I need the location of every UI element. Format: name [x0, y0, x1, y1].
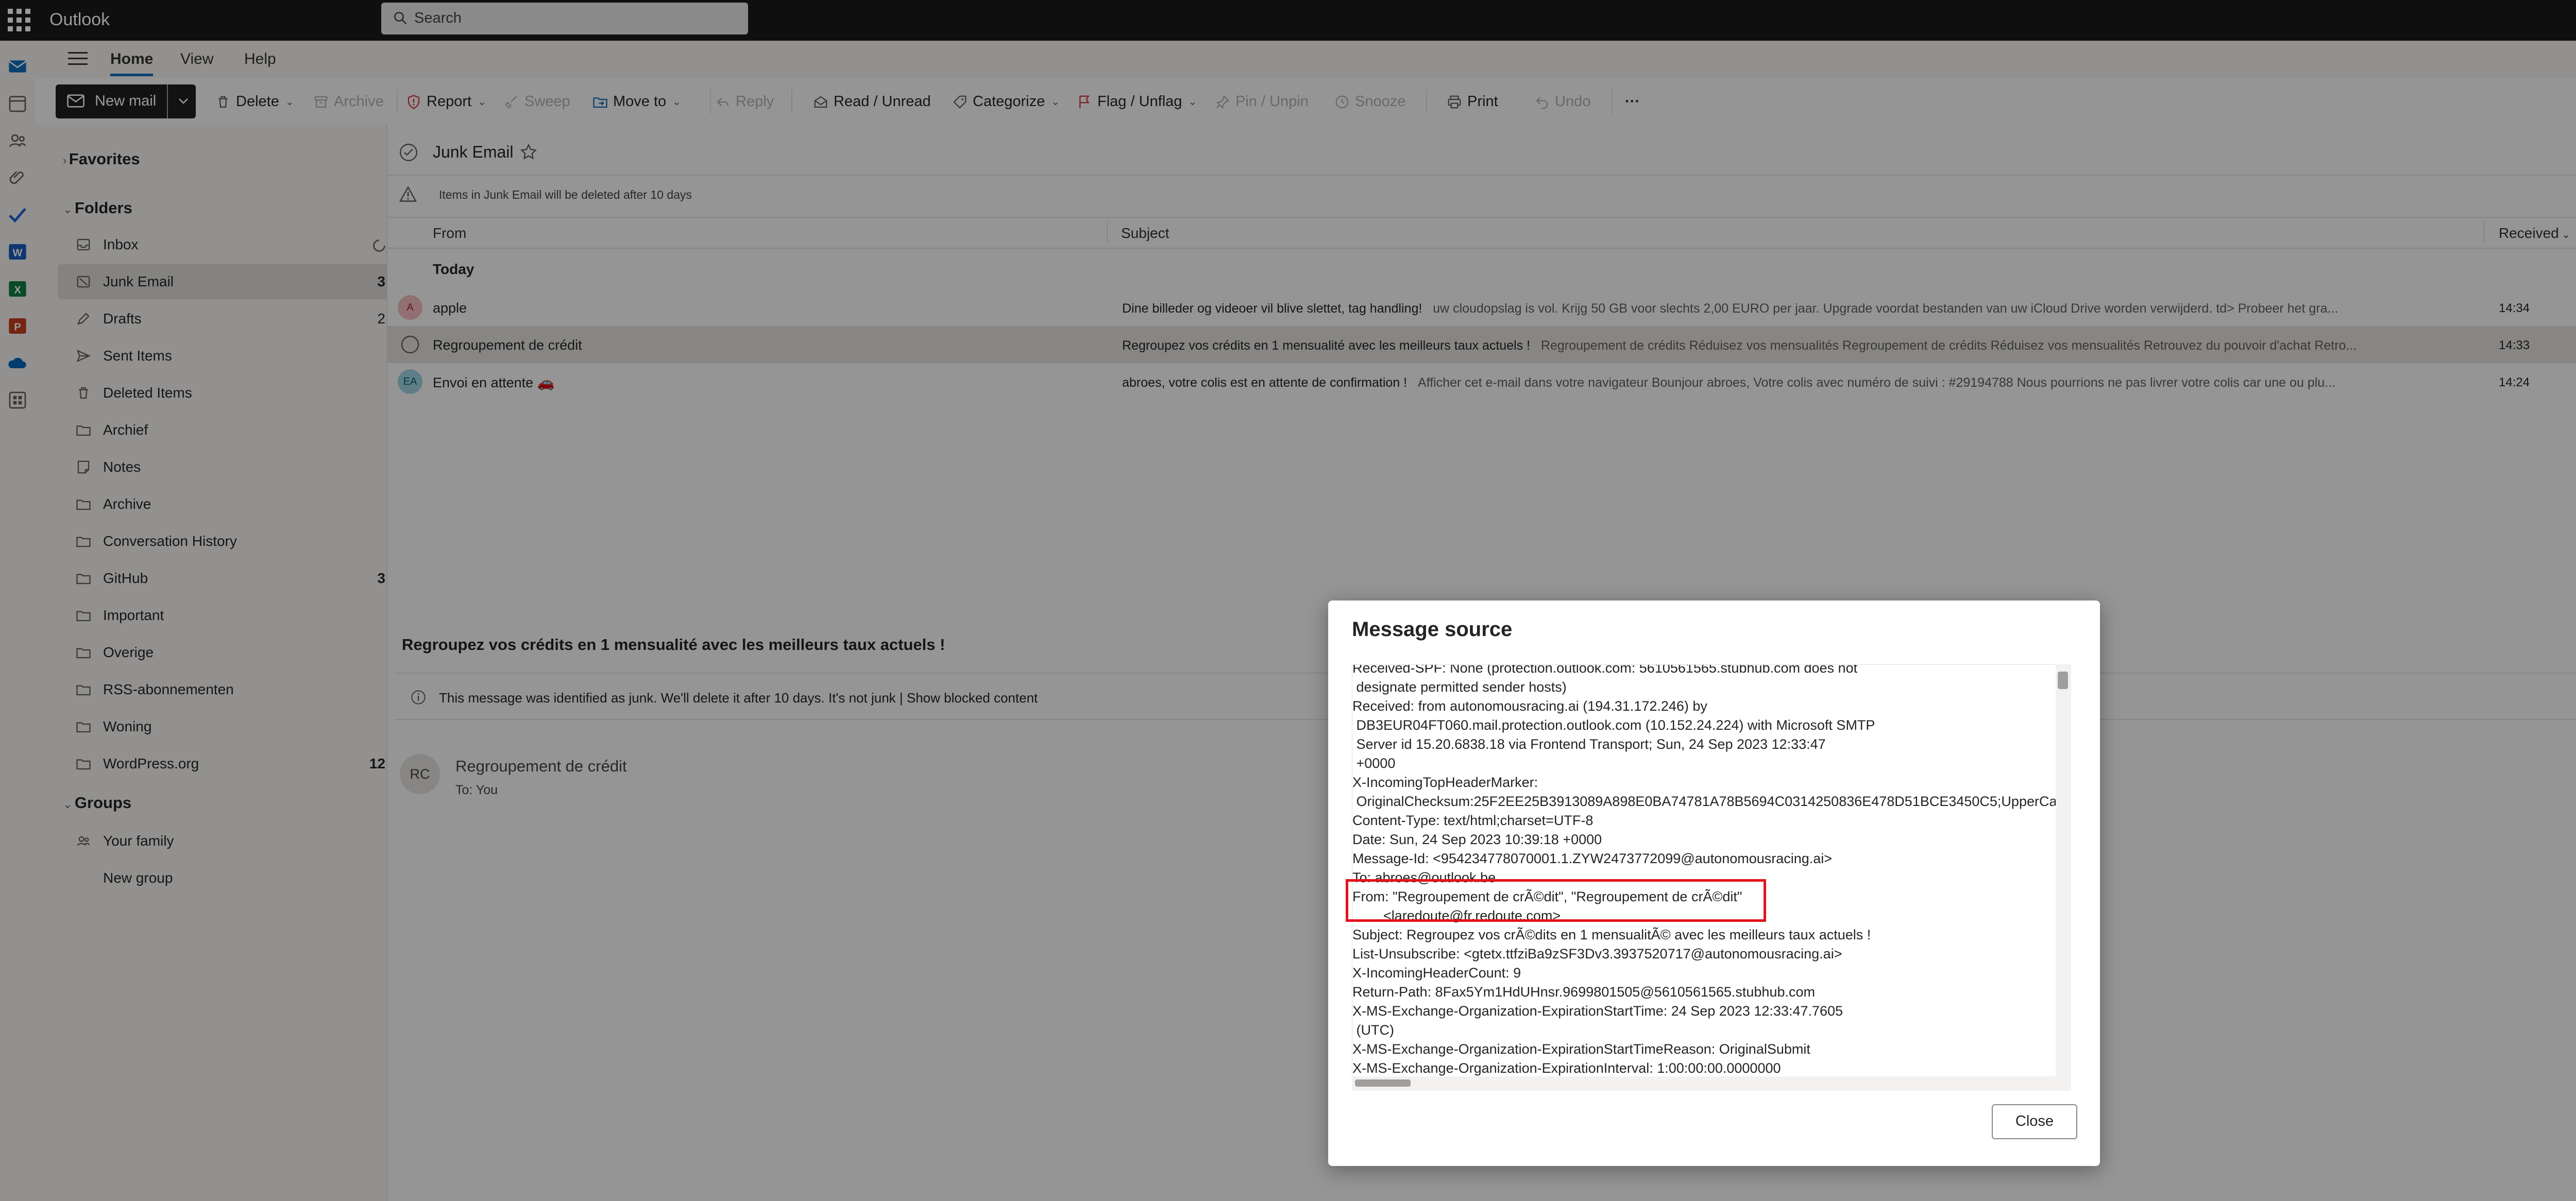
source-line: designate permitted sender hosts) — [1352, 679, 1567, 695]
source-line: Subject: Regroupez vos crÃ©dits en 1 men… — [1352, 927, 1871, 942]
source-line: X-IncomingTopHeaderMarker: — [1352, 775, 1538, 790]
source-line: (UTC) — [1352, 1022, 1394, 1038]
source-line: X-MS-Exchange-Organization-ExpirationInt… — [1352, 1060, 1781, 1076]
close-button[interactable]: Close — [1992, 1104, 2077, 1139]
message-source-text[interactable]: Received-SPF: None (protection.outlook.c… — [1352, 664, 2057, 1077]
source-line: X-MS-Exchange-Organization-ExpirationSta… — [1352, 1041, 1810, 1057]
source-line: +0000 — [1352, 756, 1396, 771]
source-line: DB3EUR04FT060.mail.protection.outlook.co… — [1352, 717, 1875, 733]
source-line: Received-SPF: None (protection.outlook.c… — [1352, 664, 1858, 676]
source-line: Server id 15.20.6838.18 via Frontend Tra… — [1352, 736, 1826, 752]
source-line: OriginalChecksum:25F2EE25B3913089A898E0B… — [1352, 794, 2057, 809]
modal-overlay — [0, 0, 2576, 1201]
highlight-box — [1346, 879, 1766, 922]
source-line: X-IncomingHeaderCount: 9 — [1352, 965, 1521, 981]
scrollbar-thumb[interactable] — [1355, 1079, 1411, 1087]
source-line: List-Unsubscribe: <gtetx.ttfziBa9zSF3Dv3… — [1352, 946, 1842, 962]
source-line: Date: Sun, 24 Sep 2023 10:39:18 +0000 — [1352, 832, 1602, 847]
source-line: Content-Type: text/html;charset=UTF-8 — [1352, 813, 1594, 828]
source-line: Return-Path: 8Fax5Ym1HdUHnsr.9699801505@… — [1352, 984, 1815, 1000]
source-line: Message-Id: <954234778070001.1.ZYW247377… — [1352, 851, 1833, 866]
scrollbar-thumb[interactable] — [2058, 672, 2068, 689]
source-line: X-MS-Exchange-Organization-ExpirationSta… — [1352, 1003, 1843, 1019]
horizontal-scrollbar[interactable] — [1352, 1076, 2071, 1091]
dialog-title: Message source — [1352, 618, 1513, 641]
vertical-scrollbar[interactable] — [2056, 664, 2071, 1076]
source-line: Received: from autonomousracing.ai (194.… — [1352, 698, 1707, 714]
